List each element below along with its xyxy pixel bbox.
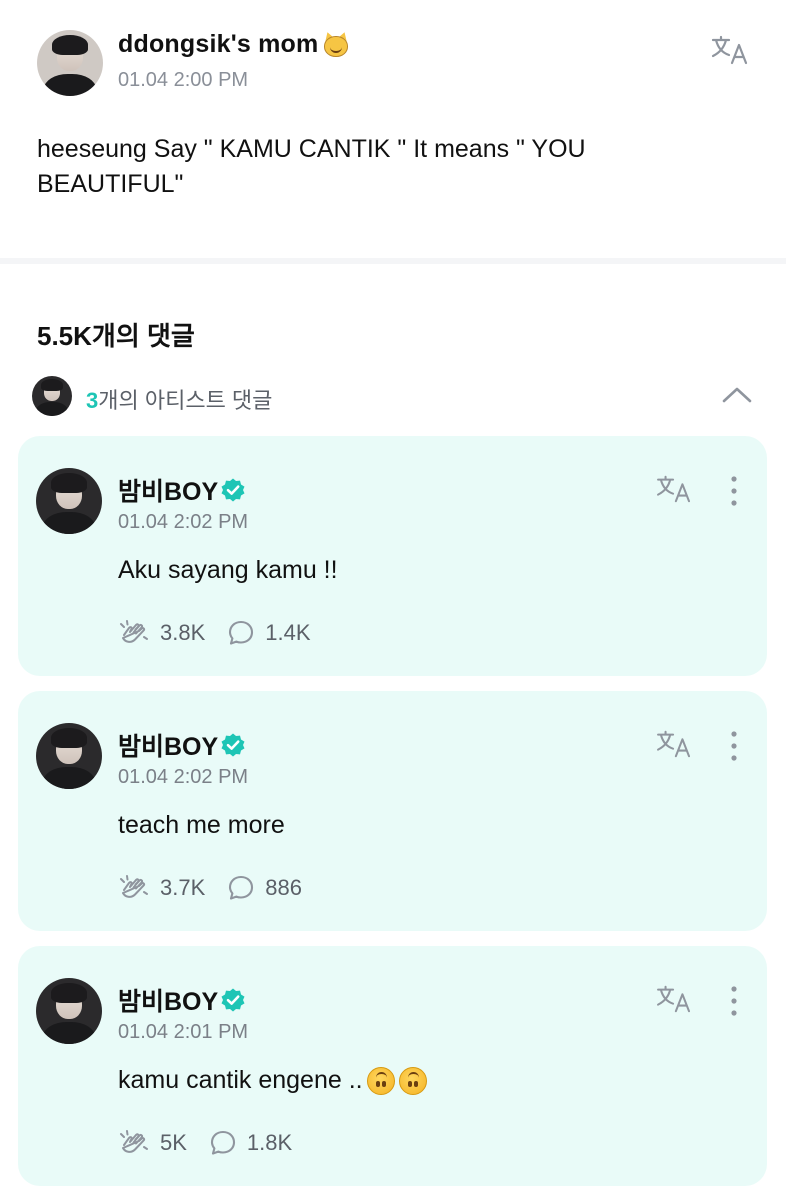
artist-comment-card[interactable]: 밤비BOY 01.04 2:01 PM kamu cantik engene .… (18, 946, 767, 1186)
avatar-hair (51, 35, 89, 56)
commenter-name-label: 밤비BOY (118, 988, 219, 1016)
artist-comment-card[interactable]: 밤비BOY 01.04 2:02 PM Aku sayang kamu !! 3… (18, 436, 767, 676)
commenter-avatar[interactable] (36, 468, 102, 534)
commenter-avatar[interactable] (36, 978, 102, 1044)
comment-text-label: kamu cantik engene .. (118, 1066, 363, 1094)
avatar-body (42, 511, 96, 534)
artist-comment-card[interactable]: 밤비BOY 01.04 2:02 PM teach me more 3.7K 8… (18, 691, 767, 931)
verified-badge-icon (221, 988, 245, 1012)
commenter-name[interactable]: 밤비BOY (118, 982, 246, 1018)
post-author-label: ddongsik's mom (118, 30, 319, 58)
artist-comments-number: 3 (86, 388, 99, 413)
avatar-hair (40, 379, 64, 392)
post-author-name[interactable]: ddongsik's mom (118, 29, 351, 59)
more-options-icon[interactable] (725, 474, 743, 508)
post-time: 01.04 2:00 PM (118, 69, 249, 91)
artist-comments-toggle[interactable]: 3개의 아티스트 댓글 (32, 374, 756, 418)
comment-stats: 5K 1.8K (118, 1128, 314, 1158)
upside-down-face-emoji-icon (398, 1066, 427, 1095)
reply-button[interactable]: 1.8K (209, 1129, 292, 1157)
post: ddongsik's mom 01.04 2:00 PM heeseung Sa… (0, 0, 786, 258)
like-count: 3.7K (160, 875, 206, 900)
verified-badge-icon (221, 733, 245, 757)
section-divider (0, 258, 786, 264)
comment-text-label: teach me more (118, 811, 285, 839)
translate-icon[interactable] (655, 474, 693, 504)
like-count: 3.8K (160, 620, 206, 645)
speech-bubble-icon (229, 620, 254, 645)
cheer-hands-icon (120, 875, 148, 898)
upside-down-face-emoji-icon (366, 1066, 395, 1095)
more-options-icon[interactable] (725, 729, 743, 763)
translate-icon[interactable] (710, 34, 750, 66)
artist-comments-label: 3개의 아티스트 댓글 (86, 383, 272, 415)
like-button[interactable]: 3.8K (118, 619, 205, 647)
commenter-name[interactable]: 밤비BOY (118, 727, 246, 763)
post-author-avatar[interactable] (37, 30, 103, 96)
reply-count: 886 (265, 875, 302, 900)
avatar-hair (50, 728, 88, 749)
post-text: heeseung Say " KAMU CANTIK " It means " … (37, 135, 586, 198)
commenter-name-label: 밤비BOY (118, 478, 219, 506)
comment-time: 01.04 2:02 PM (118, 511, 249, 533)
translate-icon[interactable] (655, 984, 693, 1014)
like-button[interactable]: 5K (118, 1129, 187, 1157)
cheer-hands-icon (120, 620, 148, 643)
commenter-name-label: 밤비BOY (118, 733, 219, 761)
like-button[interactable]: 3.7K (118, 874, 205, 902)
speech-bubble-icon (229, 875, 254, 900)
verified-badge-icon (221, 478, 245, 502)
chevron-up-icon[interactable] (720, 380, 754, 410)
comment-text: teach me more (118, 811, 285, 840)
comment-stats: 3.7K 886 (118, 873, 324, 903)
comment-time: 01.04 2:02 PM (118, 766, 249, 788)
speech-bubble-icon (210, 1130, 235, 1155)
like-count: 5K (160, 1130, 187, 1155)
comment-time: 01.04 2:01 PM (118, 1021, 249, 1043)
comments-count: 5.5K개의 댓글 (37, 321, 195, 351)
avatar-hair (50, 473, 88, 494)
artist-avatar (32, 376, 72, 416)
commenter-avatar[interactable] (36, 723, 102, 789)
weverse-post-page: ddongsik's mom 01.04 2:00 PM heeseung Sa… (0, 0, 786, 1200)
comment-text-label: Aku sayang kamu !! (118, 556, 338, 584)
smiling-cat-emoji-icon (322, 29, 351, 58)
avatar-body (42, 1021, 96, 1044)
avatar-body (42, 766, 96, 789)
avatar-body (43, 73, 97, 96)
reply-button[interactable]: 886 (227, 874, 302, 902)
reply-count: 1.8K (246, 1130, 293, 1155)
reply-button[interactable]: 1.4K (227, 619, 311, 647)
comment-text: kamu cantik engene .. (118, 1066, 427, 1095)
avatar-hair (50, 983, 88, 1004)
translate-icon[interactable] (655, 729, 693, 759)
comment-stats: 3.8K 1.4K (118, 618, 333, 648)
comment-text: Aku sayang kamu !! (118, 556, 338, 585)
cheer-hands-icon (120, 1130, 148, 1153)
artist-comments-suffix: 개의 아티스트 댓글 (98, 388, 273, 413)
commenter-name[interactable]: 밤비BOY (118, 472, 246, 508)
more-options-icon[interactable] (725, 984, 743, 1018)
avatar-body (36, 402, 68, 416)
reply-count: 1.4K (265, 620, 311, 645)
